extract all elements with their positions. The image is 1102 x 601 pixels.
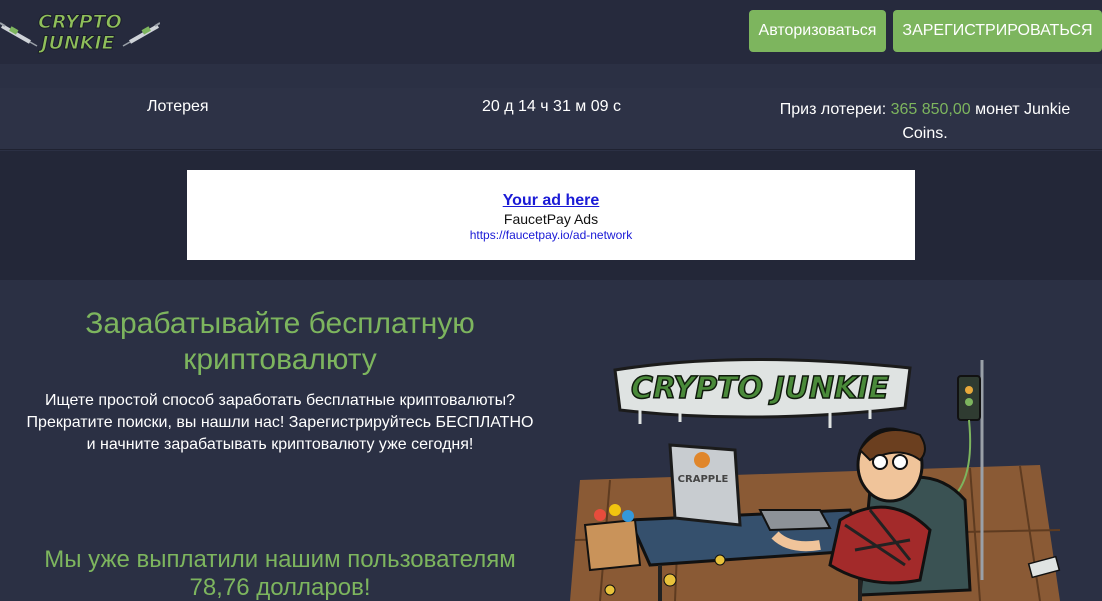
paid-out-heading: Мы уже выплатили нашим пользователям 78,… [44, 546, 516, 601]
logo-line1: CRYPTO [38, 11, 122, 33]
crypto-junkie-illustration: CRYPTO JUNKIE CRAPPLE [570, 350, 1070, 601]
register-button[interactable]: ЗАРЕГИСТРИРОВАТЬСЯ [893, 10, 1102, 52]
hero-description: Ищете простой способ заработать бесплатн… [26, 392, 534, 453]
logo-line2: JUNKIE [37, 32, 114, 54]
right-syringe-icon [122, 22, 161, 47]
logo-graphic: CRYPTO JUNKIE [0, 11, 161, 55]
ad-subtitle: FaucetPay Ads [503, 211, 599, 227]
lottery-timer: 20 д 14 ч 31 м 09 с [482, 98, 621, 115]
illustration-graphic: CRYPTO JUNKIE CRAPPLE [570, 358, 1061, 601]
lottery-bar: Лотерея 20 д 14 ч 31 м 09 с Приз лотереи… [0, 88, 1102, 150]
lottery-prize: Приз лотереи: 365 850,00 монет Junkie Co… [760, 98, 1090, 146]
ad-url-link[interactable]: https://faucetpay.io/ad-network [187, 228, 915, 242]
left-syringe-icon [0, 22, 38, 47]
header-spacer [0, 64, 1102, 88]
lottery-prize-amount: 365 850,00 [890, 101, 971, 118]
ad-band: Your ad here FaucetPay Ads https://fauce… [0, 151, 1102, 280]
lottery-label[interactable]: Лотерея [147, 98, 209, 116]
graffiti-text: CRYPTO JUNKIE [631, 371, 890, 406]
ad-title-link[interactable]: Your ad here [187, 192, 915, 210]
login-button[interactable]: Авторизоваться [749, 10, 886, 52]
graffiti-logo: CRYPTO JUNKIE [613, 358, 912, 428]
top-navigation-bar: CRYPTO JUNKIE Авторизоваться ЗАРЕГИСТРИР… [0, 0, 1102, 64]
crypto-junkie-logo[interactable]: CRYPTO JUNKIE [0, 6, 161, 58]
hero-title: Зарабатывайте бесплатную криптовалюту [85, 307, 475, 376]
crapple-monitor: CRAPPLE [668, 443, 742, 527]
monitor-label: CRAPPLE [678, 474, 729, 485]
lottery-prize-prefix: Приз лотереи: [779, 101, 891, 118]
ad-banner[interactable]: Your ad here FaucetPay Ads https://fauce… [187, 170, 915, 260]
